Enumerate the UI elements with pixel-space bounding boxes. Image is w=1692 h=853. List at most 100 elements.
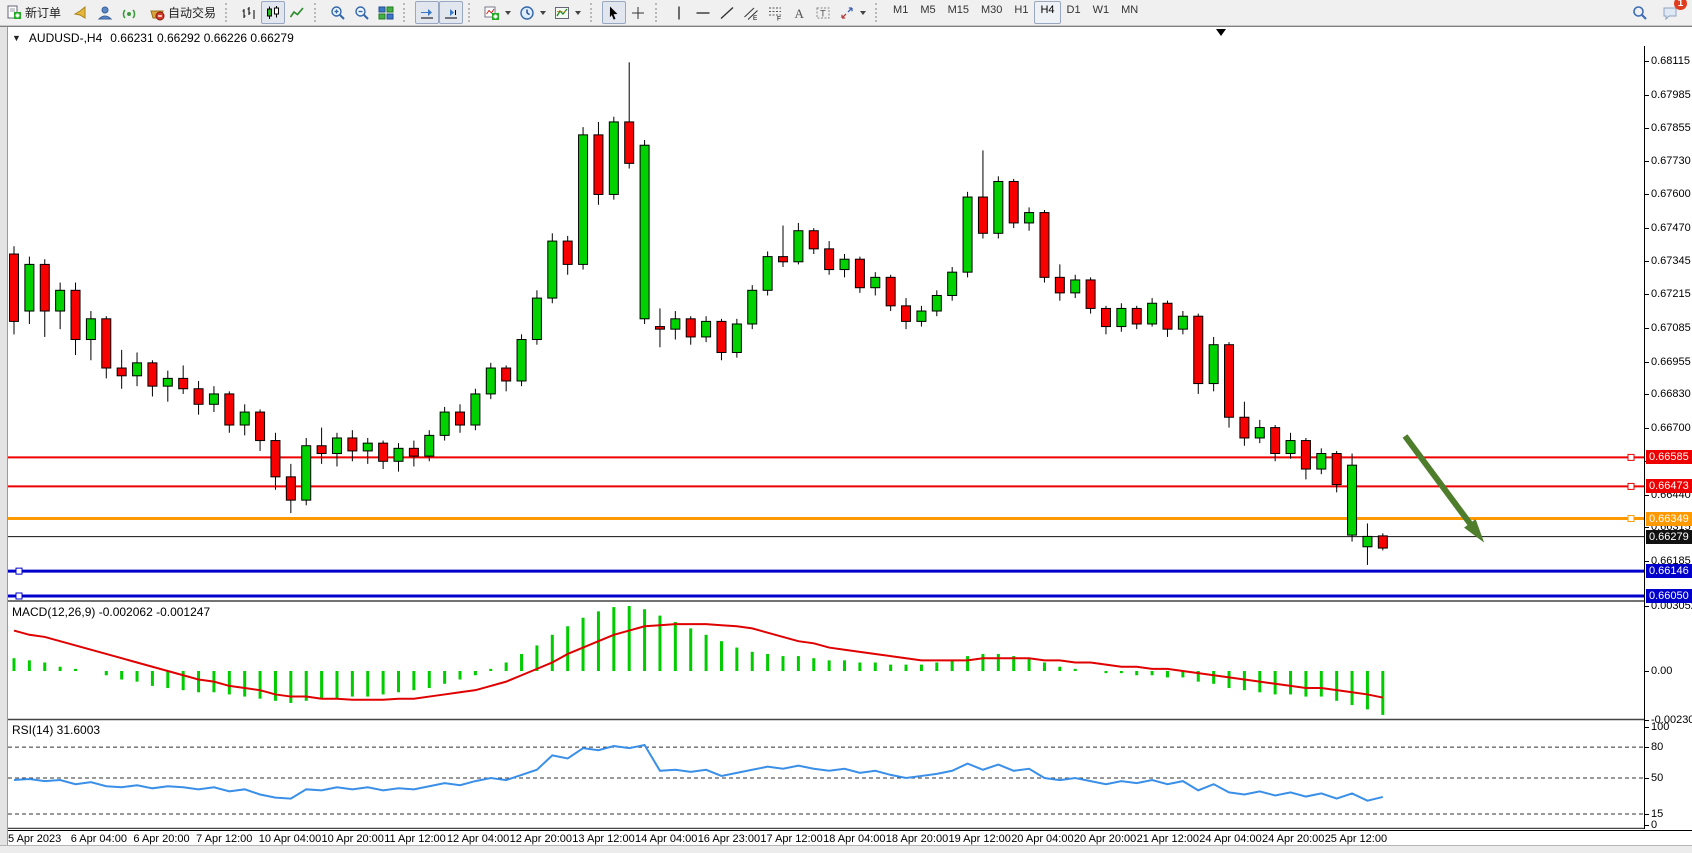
- candle-body-59: [917, 311, 926, 321]
- macd-label: MACD(12,26,9) -0.002062 -0.001247: [12, 605, 210, 619]
- timeframe-d1-button[interactable]: D1: [1061, 1, 1087, 24]
- channel-icon: E: [743, 5, 759, 21]
- time-label-7: 12 Apr 04:00: [447, 833, 509, 845]
- axis-tick-mark: [1645, 194, 1649, 195]
- text-icon: A: [791, 5, 807, 21]
- price-tick-0.67985: 0.67985: [1651, 89, 1691, 101]
- level-handle[interactable]: [1628, 454, 1634, 460]
- axis-tick-mark: [1645, 778, 1649, 779]
- price-axis[interactable]: 0.681150.679850.678550.677300.676000.674…: [1644, 46, 1692, 829]
- candle-body-42: [655, 327, 664, 330]
- crosshair-button[interactable]: [626, 1, 650, 24]
- timeframe-w1-button[interactable]: W1: [1087, 1, 1116, 24]
- label-button[interactable]: T: [811, 1, 835, 24]
- candle-body-77: [1194, 316, 1203, 383]
- chart-plot-area[interactable]: MACD(12,26,9) -0.002062 -0.001247 RSI(14)…: [8, 46, 1644, 829]
- candle-body-64: [994, 181, 1003, 233]
- tile-windows-button[interactable]: [374, 1, 398, 24]
- timeframe-m1-button[interactable]: M1: [887, 1, 914, 24]
- horizontal-line-button[interactable]: [691, 1, 715, 24]
- rsi-tick-100: 100: [1651, 721, 1669, 733]
- candle-body-80: [1240, 417, 1249, 438]
- bar-chart-button[interactable]: [237, 1, 261, 24]
- time-label-2: 6 Apr 20:00: [133, 833, 189, 845]
- candlestick-chart-button[interactable]: [261, 1, 285, 24]
- templates-button[interactable]: [550, 1, 585, 24]
- cursor-button[interactable]: [602, 1, 626, 24]
- price-badge-0.66473: 0.66473: [1646, 479, 1692, 493]
- time-label-16: 20 Apr 04:00: [1011, 833, 1073, 845]
- zoom-in-button[interactable]: [326, 1, 350, 24]
- axis-tick-mark: [1645, 671, 1649, 672]
- line-chart-button[interactable]: [285, 1, 309, 24]
- periods-button[interactable]: [515, 1, 550, 24]
- candle-body-62: [963, 197, 972, 272]
- trendline-button[interactable]: [715, 1, 739, 24]
- candle-body-57: [886, 277, 895, 305]
- fibonacci-button[interactable]: F: [763, 1, 787, 24]
- templates-button-dropdown-icon[interactable]: [575, 11, 581, 15]
- rsi-label: RSI(14) 31.6003: [12, 723, 100, 737]
- arrows-icon: [839, 5, 855, 21]
- price-tick-0.66955: 0.66955: [1651, 356, 1691, 368]
- candle-body-53: [825, 249, 834, 270]
- candle-body-25: [394, 448, 403, 461]
- svg-text:E: E: [753, 15, 758, 21]
- timeframe-h1-button[interactable]: H1: [1008, 1, 1034, 24]
- timeframe-m15-button[interactable]: M15: [942, 1, 975, 24]
- level-handle[interactable]: [16, 568, 22, 574]
- svg-text:F: F: [777, 15, 781, 21]
- level-handle[interactable]: [16, 593, 22, 599]
- vertical-line-button[interactable]: [667, 1, 691, 24]
- search-button[interactable]: [1628, 1, 1652, 24]
- new-order-button[interactable]: 新订单: [2, 1, 65, 24]
- indicators-button[interactable]: [480, 1, 515, 24]
- indicators-icon: [484, 5, 500, 21]
- price-tick-0.67600: 0.67600: [1651, 188, 1691, 200]
- price-tick-0.66830: 0.66830: [1651, 388, 1691, 400]
- chart-window[interactable]: ▼ AUDUSD-,H4 0.66231 0.66292 0.66226 0.6…: [0, 26, 1692, 846]
- candle-body-28: [440, 412, 449, 435]
- arrows-button-dropdown-icon[interactable]: [860, 11, 866, 15]
- arrows-button[interactable]: [835, 1, 870, 24]
- community-button[interactable]: [93, 1, 117, 24]
- auto-scroll-button[interactable]: [415, 1, 439, 24]
- axis-tick-mark: [1645, 328, 1649, 329]
- zoom-out-button[interactable]: [350, 1, 374, 24]
- channel-button[interactable]: E: [739, 1, 763, 24]
- candle-body-6: [102, 319, 111, 368]
- indicators-button-dropdown-icon[interactable]: [505, 11, 511, 15]
- text-button[interactable]: A: [787, 1, 811, 24]
- timeframe-h4-button[interactable]: H4: [1034, 1, 1060, 24]
- periods-button-dropdown-icon[interactable]: [540, 11, 546, 15]
- timeframe-m5-button[interactable]: M5: [914, 1, 941, 24]
- level-handle[interactable]: [1628, 483, 1634, 489]
- alerts-button[interactable]: [69, 1, 93, 24]
- timeframe-mn-button[interactable]: MN: [1115, 1, 1144, 24]
- candle-body-3: [56, 290, 65, 311]
- timeframe-m30-button[interactable]: M30: [975, 1, 1008, 24]
- candle-body-17: [271, 441, 280, 477]
- axis-tick-mark: [1645, 527, 1649, 528]
- price-shift-marker[interactable]: [1216, 29, 1226, 36]
- autotrading-button[interactable]: 自动交易: [145, 1, 220, 24]
- candle-body-49: [763, 257, 772, 291]
- notifications-button[interactable]: 1: [1658, 1, 1682, 24]
- periods-icon: [519, 5, 535, 21]
- candle-body-66: [1025, 213, 1034, 223]
- candle-body-22: [348, 438, 357, 451]
- level-handle[interactable]: [1628, 516, 1634, 522]
- price-badge-0.66279: 0.66279: [1646, 530, 1692, 544]
- candle-body-27: [425, 435, 434, 456]
- time-label-20: 24 Apr 20:00: [1262, 833, 1324, 845]
- candle-body-19: [302, 446, 311, 500]
- candle-body-5: [86, 319, 95, 340]
- axis-tick-mark: [1645, 95, 1649, 96]
- chart-shift-button[interactable]: [439, 1, 463, 24]
- chart-title-caret-icon[interactable]: ▼: [12, 33, 21, 43]
- signals-button[interactable]: [117, 1, 141, 24]
- candle-body-54: [840, 259, 849, 269]
- candle-body-39: [609, 122, 618, 195]
- price-tick-0.67215: 0.67215: [1651, 288, 1691, 300]
- candle-body-58: [902, 306, 911, 322]
